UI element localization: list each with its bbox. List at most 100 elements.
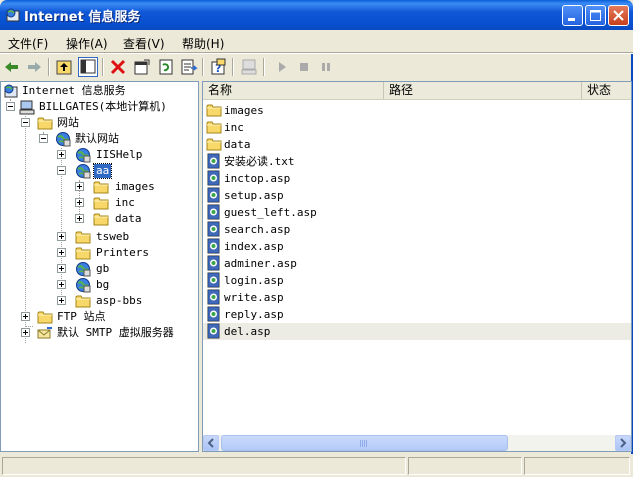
file-icon bbox=[206, 272, 222, 288]
website-icon bbox=[55, 131, 71, 147]
toolbar-separator bbox=[202, 58, 204, 76]
collapse-icon[interactable] bbox=[39, 134, 48, 143]
file-icon bbox=[206, 306, 222, 322]
list-item[interactable]: login.asp bbox=[203, 272, 631, 289]
list-item-label: inctop.asp bbox=[224, 172, 291, 185]
collapse-icon[interactable] bbox=[57, 166, 66, 175]
list-item[interactable]: write.asp bbox=[203, 289, 631, 306]
expand-icon[interactable] bbox=[57, 280, 66, 289]
file-icon bbox=[206, 238, 222, 254]
menu-bar: 文件(F) 操作(A) 查看(V) 帮助(H) bbox=[0, 30, 633, 52]
computer-icon bbox=[19, 100, 35, 115]
expand-icon[interactable] bbox=[75, 198, 84, 207]
list-item-label: write.asp bbox=[224, 291, 284, 304]
list-header: 名称 路径 状态 bbox=[203, 82, 631, 100]
tree-pane[interactable]: Internet 信息服务 BILLGATES(本地计算机) 网站 默认网站 I… bbox=[0, 81, 199, 452]
expand-icon[interactable] bbox=[75, 182, 84, 191]
list-item-label: login.asp bbox=[224, 274, 284, 287]
menu-help[interactable]: 帮助(H) bbox=[182, 35, 224, 52]
list-item-label: inc bbox=[224, 121, 244, 134]
export-list-icon[interactable] bbox=[179, 57, 199, 77]
list-item[interactable]: search.asp bbox=[203, 221, 631, 238]
list-item[interactable]: setup.asp bbox=[203, 187, 631, 204]
menu-view[interactable]: 查看(V) bbox=[123, 35, 165, 52]
window-title: Internet 信息服务 bbox=[24, 10, 141, 25]
tree-label: asp-bbs bbox=[96, 294, 143, 307]
list-pane[interactable]: 名称 路径 状态 images inc data 安装必读.txt inctop.asp… bbox=[202, 81, 632, 452]
list-item[interactable]: adminer.asp bbox=[203, 255, 631, 272]
list-item[interactable]: index.asp bbox=[203, 238, 631, 255]
show-tree-icon[interactable] bbox=[78, 57, 98, 77]
list-item-label: adminer.asp bbox=[224, 257, 297, 270]
list-item[interactable]: reply.asp bbox=[203, 306, 631, 323]
list-item[interactable]: inc bbox=[203, 119, 631, 136]
menu-file[interactable]: 文件(F) bbox=[8, 35, 48, 52]
list-item-label: 安装必读.txt bbox=[224, 155, 295, 168]
expand-icon[interactable] bbox=[57, 296, 66, 305]
minimize-button[interactable] bbox=[562, 5, 583, 26]
tree-label: data bbox=[115, 212, 142, 225]
list-item-label: search.asp bbox=[224, 223, 291, 236]
scroll-right-button[interactable] bbox=[615, 435, 631, 451]
tree-label: Internet 信息服务 bbox=[22, 84, 126, 97]
forward-icon[interactable] bbox=[24, 57, 44, 77]
collapse-icon[interactable] bbox=[6, 102, 15, 111]
iis-icon bbox=[4, 84, 18, 98]
expand-icon[interactable] bbox=[57, 232, 66, 241]
start-icon[interactable] bbox=[272, 57, 292, 77]
expand-icon[interactable] bbox=[57, 264, 66, 273]
stop-icon[interactable] bbox=[294, 57, 314, 77]
tree-label: gb bbox=[96, 262, 110, 275]
scroll-thumb[interactable] bbox=[221, 435, 508, 451]
tree-label: 默认 SMTP 虚拟服务器 bbox=[57, 326, 174, 339]
title-bar[interactable]: Internet 信息服务 bbox=[0, 0, 633, 30]
folder-icon bbox=[206, 102, 222, 118]
menu-action[interactable]: 操作(A) bbox=[66, 35, 108, 52]
collapse-icon[interactable] bbox=[21, 118, 30, 127]
expand-icon[interactable] bbox=[57, 248, 66, 257]
list-item[interactable]: del.asp bbox=[203, 323, 631, 340]
list-item[interactable]: data bbox=[203, 136, 631, 153]
tree-label: IISHelp bbox=[96, 148, 143, 161]
list-item[interactable]: images bbox=[203, 102, 631, 119]
list-item[interactable]: inctop.asp bbox=[203, 170, 631, 187]
close-button[interactable] bbox=[608, 5, 629, 26]
properties-icon[interactable] bbox=[132, 57, 152, 77]
file-icon bbox=[206, 153, 222, 169]
toolbar-separator bbox=[232, 58, 234, 76]
back-icon[interactable] bbox=[2, 57, 22, 77]
delete-icon[interactable] bbox=[108, 57, 128, 77]
computer-icon[interactable] bbox=[239, 57, 259, 77]
tree-label-selected: aa bbox=[92, 163, 113, 179]
column-header-path[interactable]: 路径 bbox=[384, 82, 582, 99]
up-icon[interactable] bbox=[54, 57, 74, 77]
expand-icon[interactable] bbox=[21, 328, 30, 337]
folder-icon bbox=[93, 179, 109, 195]
expand-icon[interactable] bbox=[21, 312, 30, 321]
column-header-status[interactable]: 状态 bbox=[582, 82, 631, 99]
virtual-dir-icon bbox=[75, 261, 91, 277]
column-header-name[interactable]: 名称 bbox=[203, 82, 384, 99]
expand-icon[interactable] bbox=[57, 150, 66, 159]
file-icon bbox=[206, 323, 222, 339]
maximize-button[interactable] bbox=[585, 5, 606, 26]
folder-icon bbox=[93, 211, 109, 227]
status-panel-2 bbox=[408, 457, 522, 475]
status-panel-main bbox=[2, 457, 406, 475]
expand-icon[interactable] bbox=[75, 214, 84, 223]
scroll-left-button[interactable] bbox=[203, 435, 219, 451]
status-bar bbox=[0, 454, 633, 477]
virtual-dir-icon bbox=[75, 147, 91, 163]
folder-icon bbox=[206, 136, 222, 152]
virtual-dir-icon bbox=[75, 277, 91, 293]
list-item[interactable]: 安装必读.txt bbox=[203, 153, 631, 170]
toolbar-separator bbox=[263, 58, 265, 76]
help-icon[interactable]: ? bbox=[208, 57, 228, 77]
tree-label: Printers bbox=[96, 246, 149, 259]
refresh-icon[interactable] bbox=[156, 57, 176, 77]
horizontal-scrollbar[interactable] bbox=[203, 435, 631, 451]
tree-label: 网站 bbox=[57, 116, 79, 129]
tree-label: bg bbox=[96, 278, 110, 291]
pause-icon[interactable] bbox=[316, 57, 336, 77]
list-item[interactable]: guest_left.asp bbox=[203, 204, 631, 221]
